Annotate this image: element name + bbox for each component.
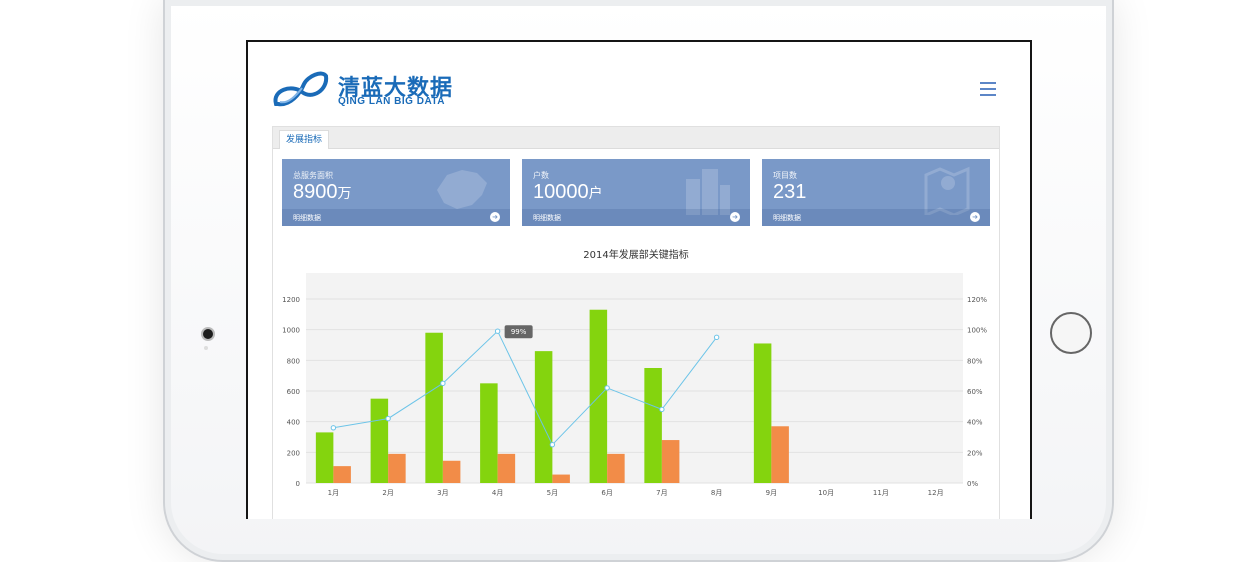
y-right-tick-label: 0% [967,480,978,488]
x-tick-label: 8月 [711,489,722,497]
indicator-panel: 发展指标 总服务面积 8900万 明细数据 ➜ 户数 10000户 明细数据 ➜ [272,126,1000,519]
line-point [440,380,446,387]
y-right-tick-label: 40% [967,419,983,427]
x-tick-label: 9月 [766,489,777,497]
card-number: 10000 [533,181,589,203]
card-projects[interactable]: 项目数 231 明细数据 ➜ [762,159,990,226]
x-tick-label: 11月 [873,489,889,497]
arrow-right-icon[interactable]: ➜ [490,212,500,222]
x-tick-label: 12月 [928,489,944,497]
y-left-tick-label: 400 [287,419,300,427]
line-point [604,385,610,391]
bar [480,383,498,483]
details-link[interactable]: 明细数据 [533,213,561,223]
china-map-icon [437,170,487,209]
map-pin-icon [924,166,970,215]
brand-name-en: QING LAN BIG DATA [338,96,446,107]
y-right-tick-label: 80% [967,357,983,365]
card-unit: 户 [588,186,603,202]
x-tick-label: 1月 [328,489,339,497]
key-indicators-chart: 0 200 400 600 800 1000 1200 0% 20% 40% 60% 80% 100% 1… [282,273,987,497]
front-camera [201,327,215,341]
card-footer: 明细数据 ➜ [762,209,990,226]
y-right-tick-label: 120% [967,296,987,304]
x-tick-label: 2月 [382,489,393,497]
hamburger-menu-icon[interactable] [980,82,996,96]
bar [644,368,662,483]
card-label: 总服务面积 [293,171,333,180]
y-left-tick-label: 600 [287,388,300,396]
bar [442,460,461,483]
card-value: 8900万 [293,181,352,204]
bar [661,440,680,483]
card-value: 231 [773,181,806,204]
y-left-tick-label: 1000 [282,327,300,335]
tablet-screen: 清蓝大数据 QING LAN BIG DATA 发展指标 总服务面积 8900万… [246,40,1032,519]
buildings-icon [686,169,730,215]
card-unit: 万 [337,186,352,202]
card-households[interactable]: 户数 10000户 明细数据 ➜ [522,159,750,226]
card-service-area[interactable]: 总服务面积 8900万 明细数据 ➜ [282,159,510,226]
y-left-tick-label: 1200 [282,296,300,304]
card-footer: 明细数据 ➜ [522,209,750,226]
x-tick-label: 4月 [492,489,503,497]
card-footer: 明细数据 ➜ [282,209,510,226]
bar [370,398,389,483]
tab-bar: 发展指标 [273,127,999,149]
y-right-tick-label: 100% [967,327,987,335]
details-link[interactable]: 明细数据 [773,213,801,223]
bar [552,474,570,483]
line-point [330,425,337,431]
y-right-tick-label: 60% [967,388,983,396]
y-left-tick-label: 800 [287,357,300,365]
bar [534,351,553,483]
x-tick-label: 3月 [437,489,448,497]
arrow-right-icon[interactable]: ➜ [970,212,980,222]
card-number: 231 [773,181,807,203]
line-point [713,334,720,341]
y-right-tick-label: 20% [967,449,983,457]
y-left-tick-label: 0 [296,480,300,488]
card-label: 户数 [533,171,549,180]
card-value: 10000户 [533,181,603,204]
plot-area [306,273,963,483]
sensor-dot [204,346,208,350]
bar [771,426,789,483]
x-tick-label: 6月 [601,489,612,497]
x-tick-label: 10月 [818,489,834,497]
home-button[interactable] [1050,312,1092,354]
line-point [385,415,391,422]
line-point [549,441,556,448]
bar [315,432,334,483]
bar [425,332,443,483]
card-label: 项目数 [773,171,797,180]
tooltip-label: 99% [511,328,527,336]
line-point [494,328,501,334]
y-left-tick-label: 200 [287,449,300,457]
line-point [659,406,665,413]
x-tick-label: 5月 [547,489,558,497]
logo-icon [273,71,329,107]
bar [607,453,625,483]
bar [753,343,772,483]
bar [497,453,516,483]
bar [388,453,406,483]
tab-development-indicators[interactable]: 发展指标 [279,130,330,149]
x-tick-label: 7月 [656,489,667,497]
card-number: 8900 [293,181,338,203]
details-link[interactable]: 明细数据 [293,213,321,223]
bar [333,466,351,483]
arrow-right-icon[interactable]: ➜ [730,212,740,222]
